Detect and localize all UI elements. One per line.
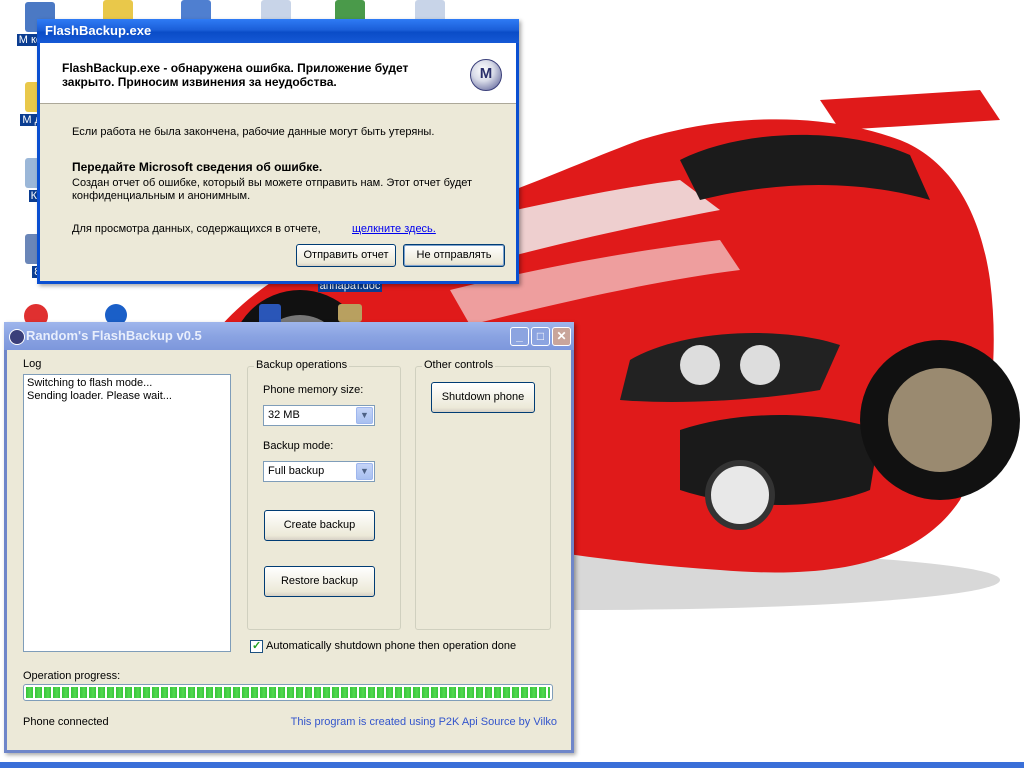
- taskbar: [0, 762, 1024, 768]
- flashbackup-window: Random's FlashBackup v0.5 _ □ ✕ Log Swit…: [4, 322, 574, 753]
- error-body: Если работа не была закончена, рабочие д…: [40, 126, 516, 235]
- auto-shutdown-label[interactable]: Automatically shutdown phone then operat…: [266, 640, 516, 652]
- memory-size-value: 32 MB: [268, 409, 300, 421]
- dont-send-button[interactable]: Не отправлять: [403, 244, 505, 267]
- log-content: Switching to flash mode... Sending loade…: [27, 377, 172, 402]
- image-file-icon: [338, 304, 362, 322]
- backup-mode-value: Full backup: [268, 465, 325, 477]
- log-textbox[interactable]: Switching to flash mode... Sending loade…: [23, 374, 231, 652]
- chevron-down-icon: ▼: [356, 407, 373, 424]
- log-label: Log: [23, 358, 42, 370]
- desktop-icon-image[interactable]: [318, 304, 382, 322]
- motorola-logo-icon: M: [470, 59, 502, 91]
- credits-text: This program is created using P2K Api So…: [290, 716, 557, 728]
- backup-mode-label: Backup mode:: [263, 440, 334, 452]
- error-message: FlashBackup.exe - обнаружена ошибка. При…: [62, 61, 409, 89]
- error-header: FlashBackup.exe - обнаружена ошибка. При…: [40, 43, 516, 104]
- other-controls-title: Other controls: [422, 359, 496, 371]
- report-text: Создан отчет об ошибке, который вы может…: [72, 177, 473, 202]
- progress-label: Operation progress:: [23, 670, 121, 682]
- desktop: М компь М доку Кор 8v аппарат.doc: [0, 0, 1024, 768]
- data-loss-note: Если работа не была закончена, рабочие д…: [72, 126, 435, 138]
- operation-progress-bar: [23, 684, 553, 701]
- dialog-title: FlashBackup.exe: [45, 23, 152, 38]
- view-data-text: Для просмотра данных, содержащихся в отч…: [72, 223, 321, 235]
- app-title: Random's FlashBackup v0.5: [26, 328, 202, 343]
- minimize-button[interactable]: _: [510, 327, 529, 346]
- error-report-dialog: FlashBackup.exe FlashBackup.exe - обнару…: [37, 19, 519, 284]
- memory-size-select[interactable]: 32 MB ▼: [263, 405, 375, 426]
- checkmark-icon: ✓: [252, 640, 262, 652]
- shutdown-phone-button[interactable]: Shutdown phone: [431, 382, 535, 413]
- backup-operations-title: Backup operations: [254, 359, 350, 371]
- view-data-row: Для просмотра данных, содержащихся в отч…: [72, 223, 516, 235]
- app-title-bar[interactable]: Random's FlashBackup v0.5 _ □ ✕: [4, 322, 574, 350]
- chevron-down-icon: ▼: [356, 463, 373, 480]
- maximize-button[interactable]: □: [531, 327, 550, 346]
- report-heading: Передайте Microsoft сведения об ошибке.: [72, 160, 323, 174]
- app-logo-icon: [9, 329, 25, 345]
- send-report-button[interactable]: Отправить отчет: [296, 244, 396, 267]
- create-backup-button[interactable]: Create backup: [264, 510, 375, 541]
- backup-mode-select[interactable]: Full backup ▼: [263, 461, 375, 482]
- dialog-title-bar[interactable]: FlashBackup.exe: [37, 19, 519, 43]
- auto-shutdown-checkbox[interactable]: ✓: [250, 640, 263, 653]
- status-text: Phone connected: [23, 716, 109, 728]
- memory-size-label: Phone memory size:: [263, 384, 364, 396]
- progress-fill: [26, 687, 550, 698]
- view-data-link[interactable]: щелкните здесь.: [352, 223, 436, 235]
- restore-backup-button[interactable]: Restore backup: [264, 566, 375, 597]
- close-button[interactable]: ✕: [552, 327, 571, 346]
